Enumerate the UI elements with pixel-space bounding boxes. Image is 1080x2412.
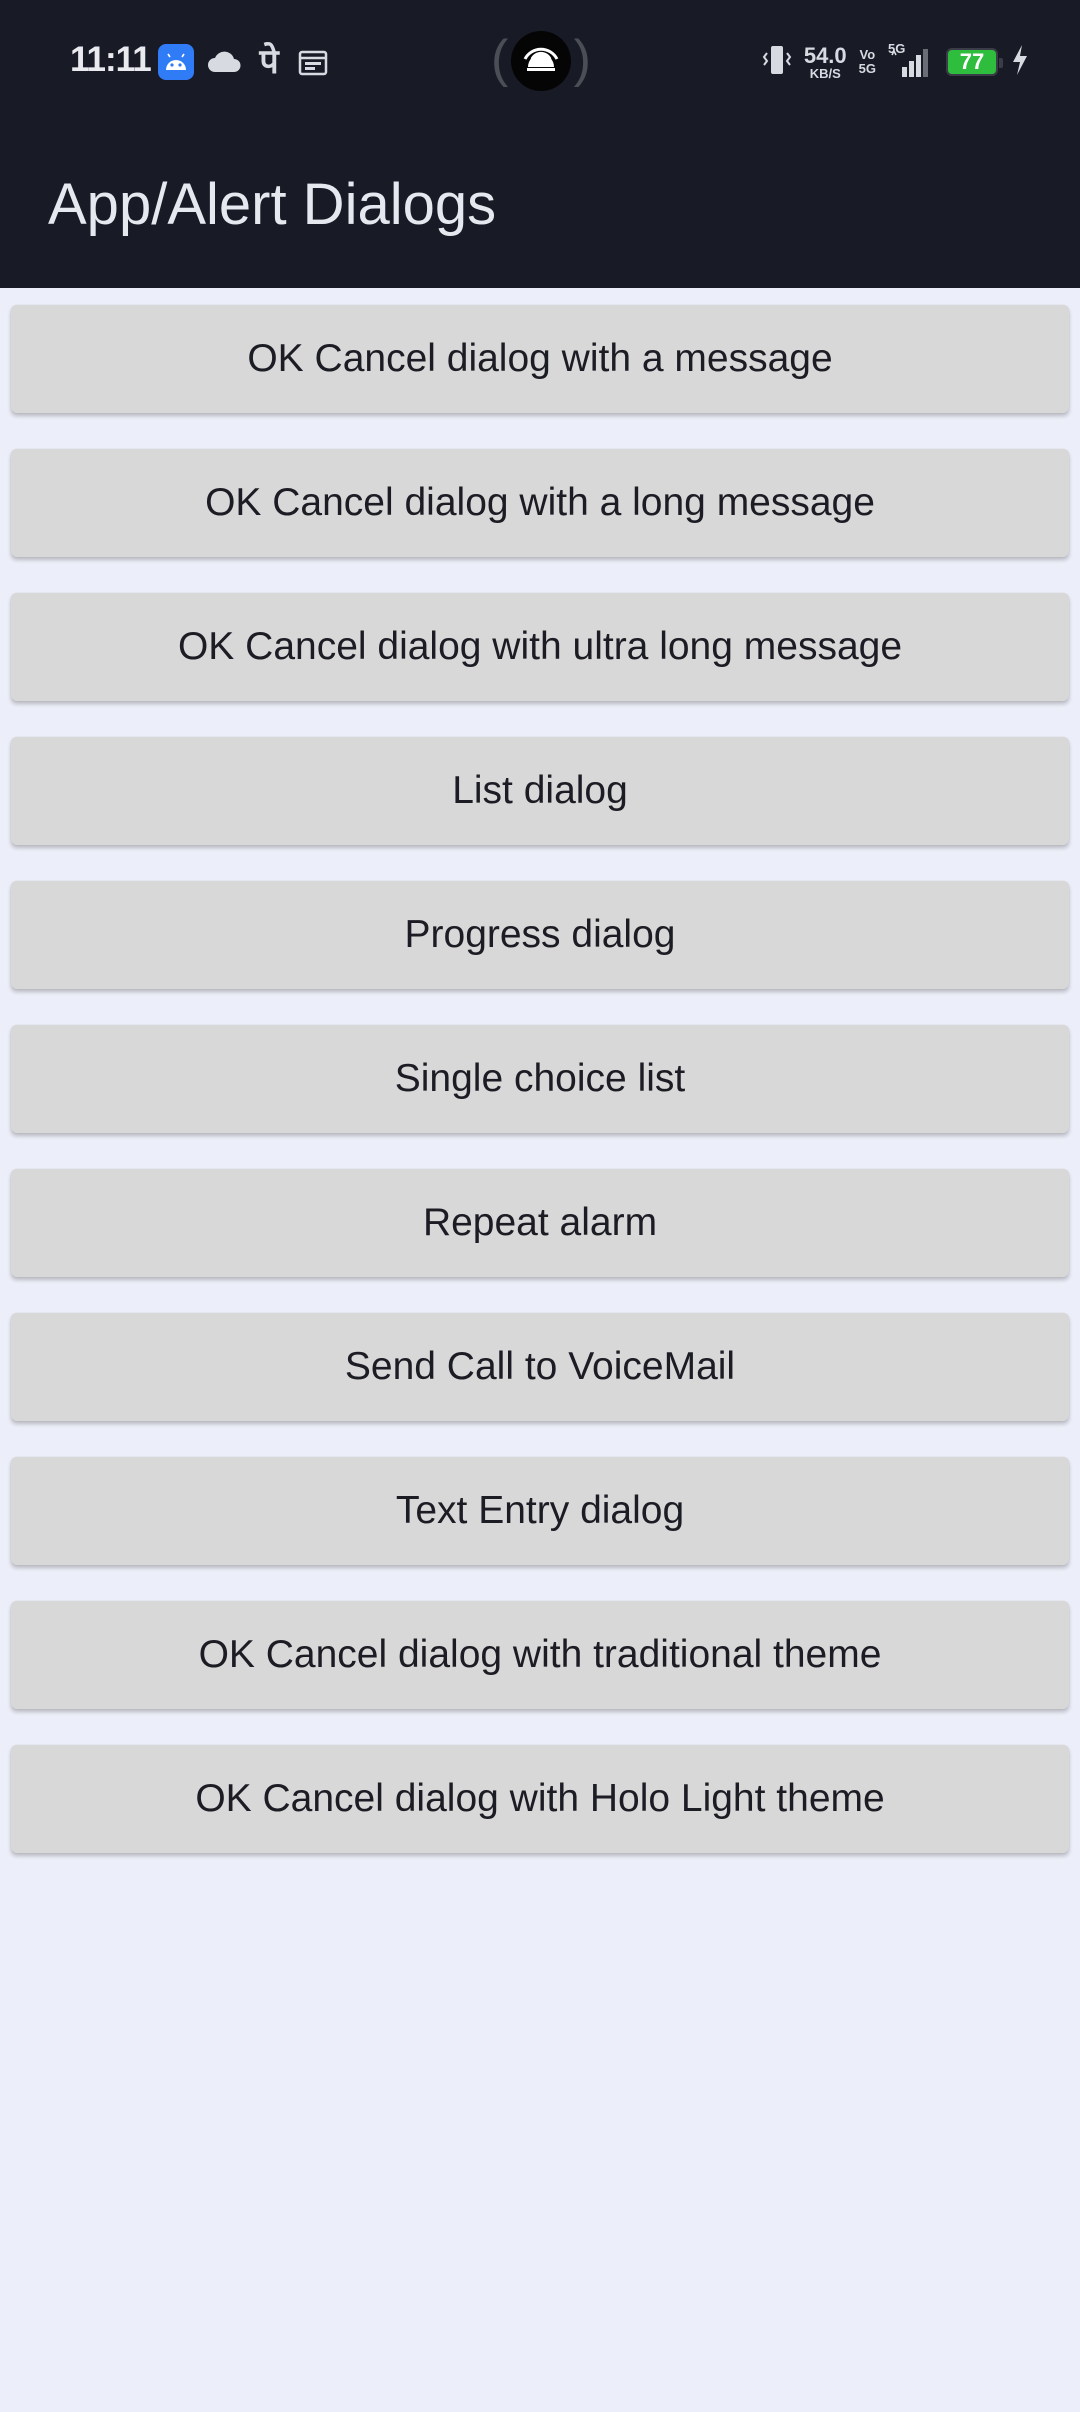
android-icon xyxy=(158,44,194,80)
phonepe-icon: पे xyxy=(259,43,279,81)
network-speed-value: 54.0 xyxy=(803,42,847,68)
battery-icon: 77 xyxy=(946,48,1003,76)
text-entry-dialog-button[interactable]: Text Entry dialog xyxy=(11,1457,1069,1565)
volte-indicator: Vo 5G xyxy=(859,48,876,75)
signal-icon: 5G xyxy=(888,41,934,79)
repeat-alarm-button[interactable]: Repeat alarm xyxy=(11,1169,1069,1277)
cloud-icon xyxy=(204,44,244,80)
volte-line-1: Vo xyxy=(859,47,876,63)
single-choice-list-button[interactable]: Single choice list xyxy=(11,1025,1069,1133)
status-icons-right: 54.0 KB/S Vo 5G 5G 77 xyxy=(762,41,1030,82)
top-bar: 11:11 पे () 54.0 KB/S Vo 5G 5G 77 App/A… xyxy=(0,0,1080,288)
ok-cancel-holo-light-theme-button[interactable]: OK Cancel dialog with Holo Light theme xyxy=(11,1745,1069,1853)
battery-level: 77 xyxy=(959,49,985,74)
ok-cancel-traditional-theme-button[interactable]: OK Cancel dialog with traditional theme xyxy=(11,1601,1069,1709)
volte-line-2: 5G xyxy=(858,61,876,76)
front-camera: ( ) xyxy=(491,29,591,93)
list-dialog-button[interactable]: List dialog xyxy=(11,737,1069,845)
ok-cancel-long-message-button[interactable]: OK Cancel dialog with a long message xyxy=(11,449,1069,557)
charging-icon xyxy=(1010,43,1030,82)
network-speed: 54.0 KB/S xyxy=(803,42,847,81)
progress-dialog-button[interactable]: Progress dialog xyxy=(11,881,1069,989)
ok-cancel-ultra-long-message-button[interactable]: OK Cancel dialog with ultra long message xyxy=(11,593,1069,701)
vibrate-icon xyxy=(762,43,792,82)
status-time: 11:11 xyxy=(70,40,152,79)
status-bar: 11:11 पे () 54.0 KB/S Vo 5G 5G 77 xyxy=(0,0,1080,124)
network-speed-unit: KB/S xyxy=(809,65,841,81)
send-call-to-voicemail-button[interactable]: Send Call to VoiceMail xyxy=(11,1313,1069,1421)
page-title: App/Alert Dialogs xyxy=(48,172,497,237)
dialog-button-list: OK Cancel dialog with a message OK Cance… xyxy=(11,305,1069,1889)
calendar-icon xyxy=(296,44,330,80)
ok-cancel-message-button[interactable]: OK Cancel dialog with a message xyxy=(11,305,1069,413)
